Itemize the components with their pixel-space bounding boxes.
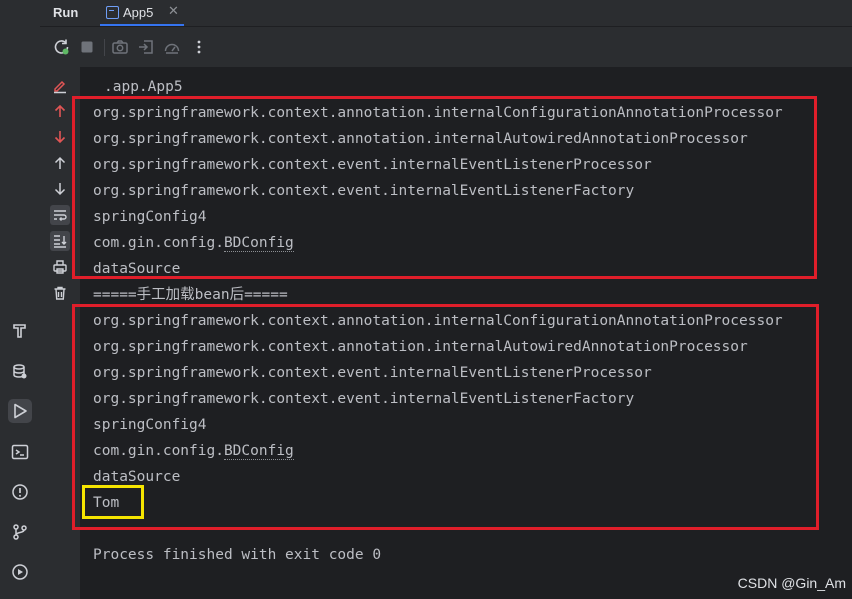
print-icon[interactable]: [50, 257, 70, 277]
trash-icon[interactable]: [50, 283, 70, 303]
arrow-down-icon[interactable]: [50, 179, 70, 199]
tool-window-strip: [0, 0, 41, 599]
scroll-up-red-icon[interactable]: [50, 101, 70, 121]
close-tab-icon[interactable]: ✕: [168, 4, 179, 19]
login-enter-icon[interactable]: [137, 38, 155, 56]
tab-app5[interactable]: App5 ✕: [100, 0, 184, 26]
console-output[interactable]: .app.App5 org.springframework.context.an…: [72, 67, 852, 599]
watermark: CSDN @Gin_Am: [737, 575, 846, 591]
run-play-icon[interactable]: [8, 399, 32, 423]
arrow-up-icon[interactable]: [50, 153, 70, 173]
scroll-down-red-icon[interactable]: [50, 127, 70, 147]
terminal-icon[interactable]: [8, 440, 32, 464]
tab-label: App5: [123, 5, 154, 20]
run-window-title: Run: [53, 5, 79, 20]
build-hammer-icon[interactable]: [8, 319, 32, 343]
clipped-line: [93, 55, 852, 75]
toolbar-separator: [104, 39, 105, 56]
highlight-box-before: [72, 96, 817, 279]
scroll-to-end-icon[interactable]: [50, 231, 70, 251]
console-line-main-class: .app.App5: [104, 79, 183, 95]
separator-line: =====手工加载bean后=====: [93, 287, 288, 303]
profiler-gauge-icon[interactable]: [163, 38, 181, 56]
problems-icon[interactable]: [8, 480, 32, 504]
edit-pencil-icon[interactable]: [50, 76, 70, 96]
rerun-icon[interactable]: [52, 38, 70, 56]
stop-icon[interactable]: [78, 38, 96, 56]
exit-status-line: Process finished with exit code 0: [93, 547, 382, 563]
database-icon[interactable]: [8, 360, 32, 384]
highlight-box-tom: [82, 485, 144, 519]
git-branch-icon[interactable]: [8, 520, 32, 544]
highlight-box-after: [72, 304, 819, 530]
more-options-icon[interactable]: [190, 38, 208, 56]
services-icon[interactable]: [8, 560, 32, 584]
soft-wrap-icon[interactable]: [50, 205, 70, 225]
run-tab-bar: Run App5 ✕: [40, 0, 852, 27]
active-tab-indicator: [100, 24, 184, 26]
screenshot-camera-icon[interactable]: [111, 38, 129, 56]
application-icon: [106, 6, 119, 19]
